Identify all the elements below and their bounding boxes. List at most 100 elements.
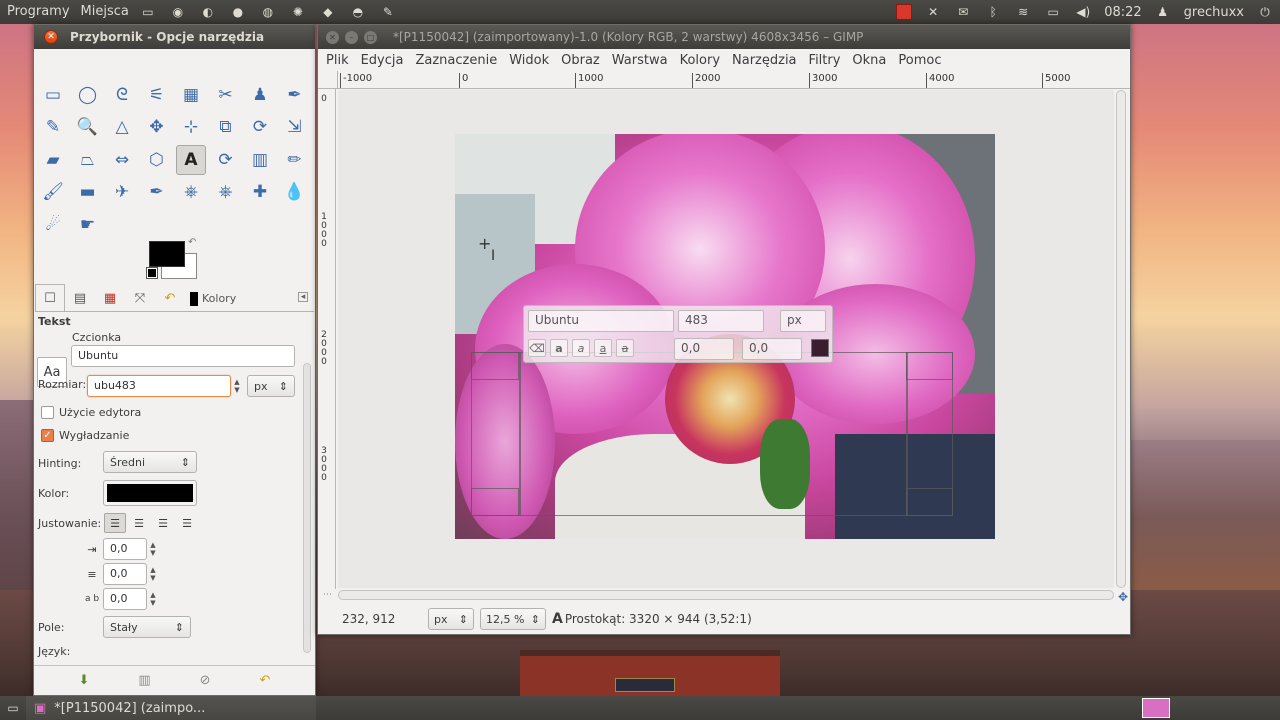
size-input[interactable]: ubu483 (87, 375, 231, 397)
justify-left-icon[interactable]: ☰ (104, 513, 126, 533)
restore-options-icon[interactable]: ▥ (138, 673, 150, 688)
horizontal-ruler[interactable]: -1000 0 1000 2000 3000 4000 5000 (338, 71, 1130, 89)
record-icon[interactable] (896, 4, 913, 20)
dock-menu-icon[interactable]: ◂ (298, 292, 308, 302)
paths-tab[interactable]: ⤧ (125, 286, 155, 311)
clone-tool-icon[interactable]: ⎈ (176, 177, 206, 207)
scissors-select-tool-icon[interactable]: ✂ (211, 80, 241, 110)
measure-tool-icon[interactable]: △ (107, 112, 137, 142)
workspace-switcher-icon[interactable] (1142, 698, 1170, 718)
quick-mask-icon[interactable]: ⋯ (323, 590, 332, 600)
firefox-icon[interactable]: ● (229, 3, 247, 21)
paintbrush-tool-icon[interactable]: 🖌 (38, 177, 68, 207)
text-tool-icon[interactable]: A (176, 144, 206, 175)
font-input[interactable]: Ubuntu (71, 345, 295, 367)
dodge-tool-icon[interactable]: ☄ (38, 210, 68, 240)
app-icon[interactable]: ◍ (259, 3, 277, 21)
airbrush-tool-icon[interactable]: ✈ (107, 177, 137, 207)
color-select-tool-icon[interactable]: ▦ (176, 80, 206, 110)
close-icon[interactable]: ✕ (326, 30, 339, 44)
menu-kolory[interactable]: Kolory (674, 53, 726, 68)
blender-icon[interactable]: ✺ (289, 3, 307, 21)
canvas[interactable]: + I Ubuntu 483 px ⌫ a a a a 0,0 0,0 (338, 90, 1114, 588)
menu-pomoc[interactable]: Pomoc (892, 53, 947, 68)
power-icon[interactable]: ⏻ (1256, 3, 1274, 21)
shear-tool-icon[interactable]: ▰ (38, 145, 68, 175)
foreground-select-tool-icon[interactable]: ♟ (245, 80, 275, 110)
ellipse-select-tool-icon[interactable]: ◯ (73, 80, 103, 110)
mail-icon[interactable]: ✉ (954, 3, 972, 21)
menu-widok[interactable]: Widok (503, 53, 555, 68)
handle-top-right[interactable] (906, 352, 953, 380)
underline-icon[interactable]: a (594, 339, 612, 357)
zoom-tool-icon[interactable]: 🔍 (73, 112, 103, 142)
reset-options-icon[interactable]: ↶ (260, 673, 271, 688)
menu-narzędzia[interactable]: Narzędzia (726, 53, 803, 68)
navigate-icon[interactable]: ✥ (1118, 590, 1128, 604)
move-tool-icon[interactable]: ✥ (142, 112, 172, 142)
menu-okna[interactable]: Okna (846, 53, 892, 68)
fuzzy-select-tool-icon[interactable]: ⚟ (142, 80, 172, 110)
vertical-scrollbar[interactable] (1116, 90, 1126, 588)
zoom-select[interactable]: 12,5 % ⇕ (480, 608, 546, 630)
options-scrollbar[interactable] (303, 363, 311, 653)
handle-bottom-left[interactable] (471, 488, 519, 516)
unit-select[interactable]: px ⇕ (428, 608, 474, 630)
show-desktop-icon[interactable]: ▭ (4, 699, 22, 717)
text-box-outline[interactable] (471, 352, 953, 516)
strikethrough-icon[interactable]: a (616, 339, 634, 357)
tool-options-tab[interactable]: ☐ (35, 284, 65, 311)
vertical-ruler[interactable]: 0 1000 2000 3000 (318, 89, 336, 589)
battery-icon[interactable]: ▭ (1044, 3, 1062, 21)
hinting-select[interactable]: Średni ⇕ (103, 451, 197, 473)
handle-top-left[interactable] (471, 352, 519, 380)
menu-zaznaczenie[interactable]: Zaznaczenie (409, 53, 503, 68)
close-icon[interactable]: ✕ (44, 30, 58, 44)
text-color-button[interactable] (103, 480, 197, 506)
flip-tool-icon[interactable]: ⇔ (107, 145, 137, 175)
terminal-icon[interactable]: ▭ (139, 3, 157, 21)
menu-warstwa[interactable]: Warstwa (606, 53, 674, 68)
letter-spacing-input[interactable]: 0,0 (103, 588, 147, 610)
chrome-icon[interactable]: ◉ (169, 3, 187, 21)
smudge-tool-icon[interactable]: ☛ (73, 210, 103, 240)
tt-color-button[interactable] (811, 339, 829, 357)
indent-input[interactable]: 0,0 (103, 538, 147, 560)
paths-tool-icon[interactable]: ✒ (280, 80, 310, 110)
heal-bandaid-tool-icon[interactable]: ✚ (245, 177, 275, 207)
heal-tool-icon[interactable]: ⟳ (211, 145, 241, 175)
toolbox-titlebar[interactable]: ✕ Przybornik - Opcje narzędzia (34, 25, 315, 49)
scale-tool-icon[interactable]: ⇲ (280, 112, 310, 142)
undo-tab[interactable]: ↶ (155, 286, 185, 311)
menu-edycja[interactable]: Edycja (355, 53, 410, 68)
italic-icon[interactable]: a (572, 339, 590, 357)
tt-size-input[interactable]: 483 (678, 310, 764, 332)
tt-kerning-input[interactable]: 0,0 (742, 338, 802, 360)
horizontal-scrollbar[interactable] (338, 590, 1114, 600)
user-name[interactable]: grechuxx (1178, 5, 1250, 20)
antialias-checkbox[interactable]: ✓ (41, 429, 54, 442)
cage-transform-tool-icon[interactable]: ⬡ (142, 145, 172, 175)
color-picker-tool-icon[interactable]: ✎ (38, 112, 68, 142)
ubuntu-one-icon[interactable]: ◓ (349, 3, 367, 21)
layers-tab[interactable]: ▤ (65, 286, 95, 311)
save-options-icon[interactable]: ⬇ (78, 673, 89, 688)
size-unit-select[interactable]: px ⇕ (247, 375, 295, 397)
indent-spin-icon[interactable]: ▲ ▼ (147, 539, 159, 559)
shutter-icon[interactable]: ◐ (199, 3, 217, 21)
tt-unit-select[interactable]: px (780, 310, 826, 332)
menu-plik[interactable]: Plik (320, 53, 355, 68)
colors-tab[interactable]: Kolory (185, 286, 241, 311)
wifi-icon[interactable]: ≋ (1014, 3, 1032, 21)
free-select-tool-icon[interactable]: ᘓ (107, 80, 137, 110)
blur-tool-icon[interactable]: 💧 (280, 177, 310, 207)
menu-obraz[interactable]: Obraz (555, 53, 606, 68)
inkscape-icon[interactable]: ◆ (319, 3, 337, 21)
perspective-clone-tool-icon[interactable]: ⎈ (211, 177, 241, 207)
letter-spacing-spin-icon[interactable]: ▲ ▼ (147, 589, 159, 609)
eraser-tool-icon[interactable]: ▬ (73, 177, 103, 207)
ruler-corner[interactable] (318, 71, 338, 89)
line-spacing-spin-icon[interactable]: ▲ ▼ (147, 564, 159, 584)
perspective-tool-icon[interactable]: ⏢ (73, 145, 103, 175)
channels-tab[interactable]: ▦ (95, 286, 125, 311)
